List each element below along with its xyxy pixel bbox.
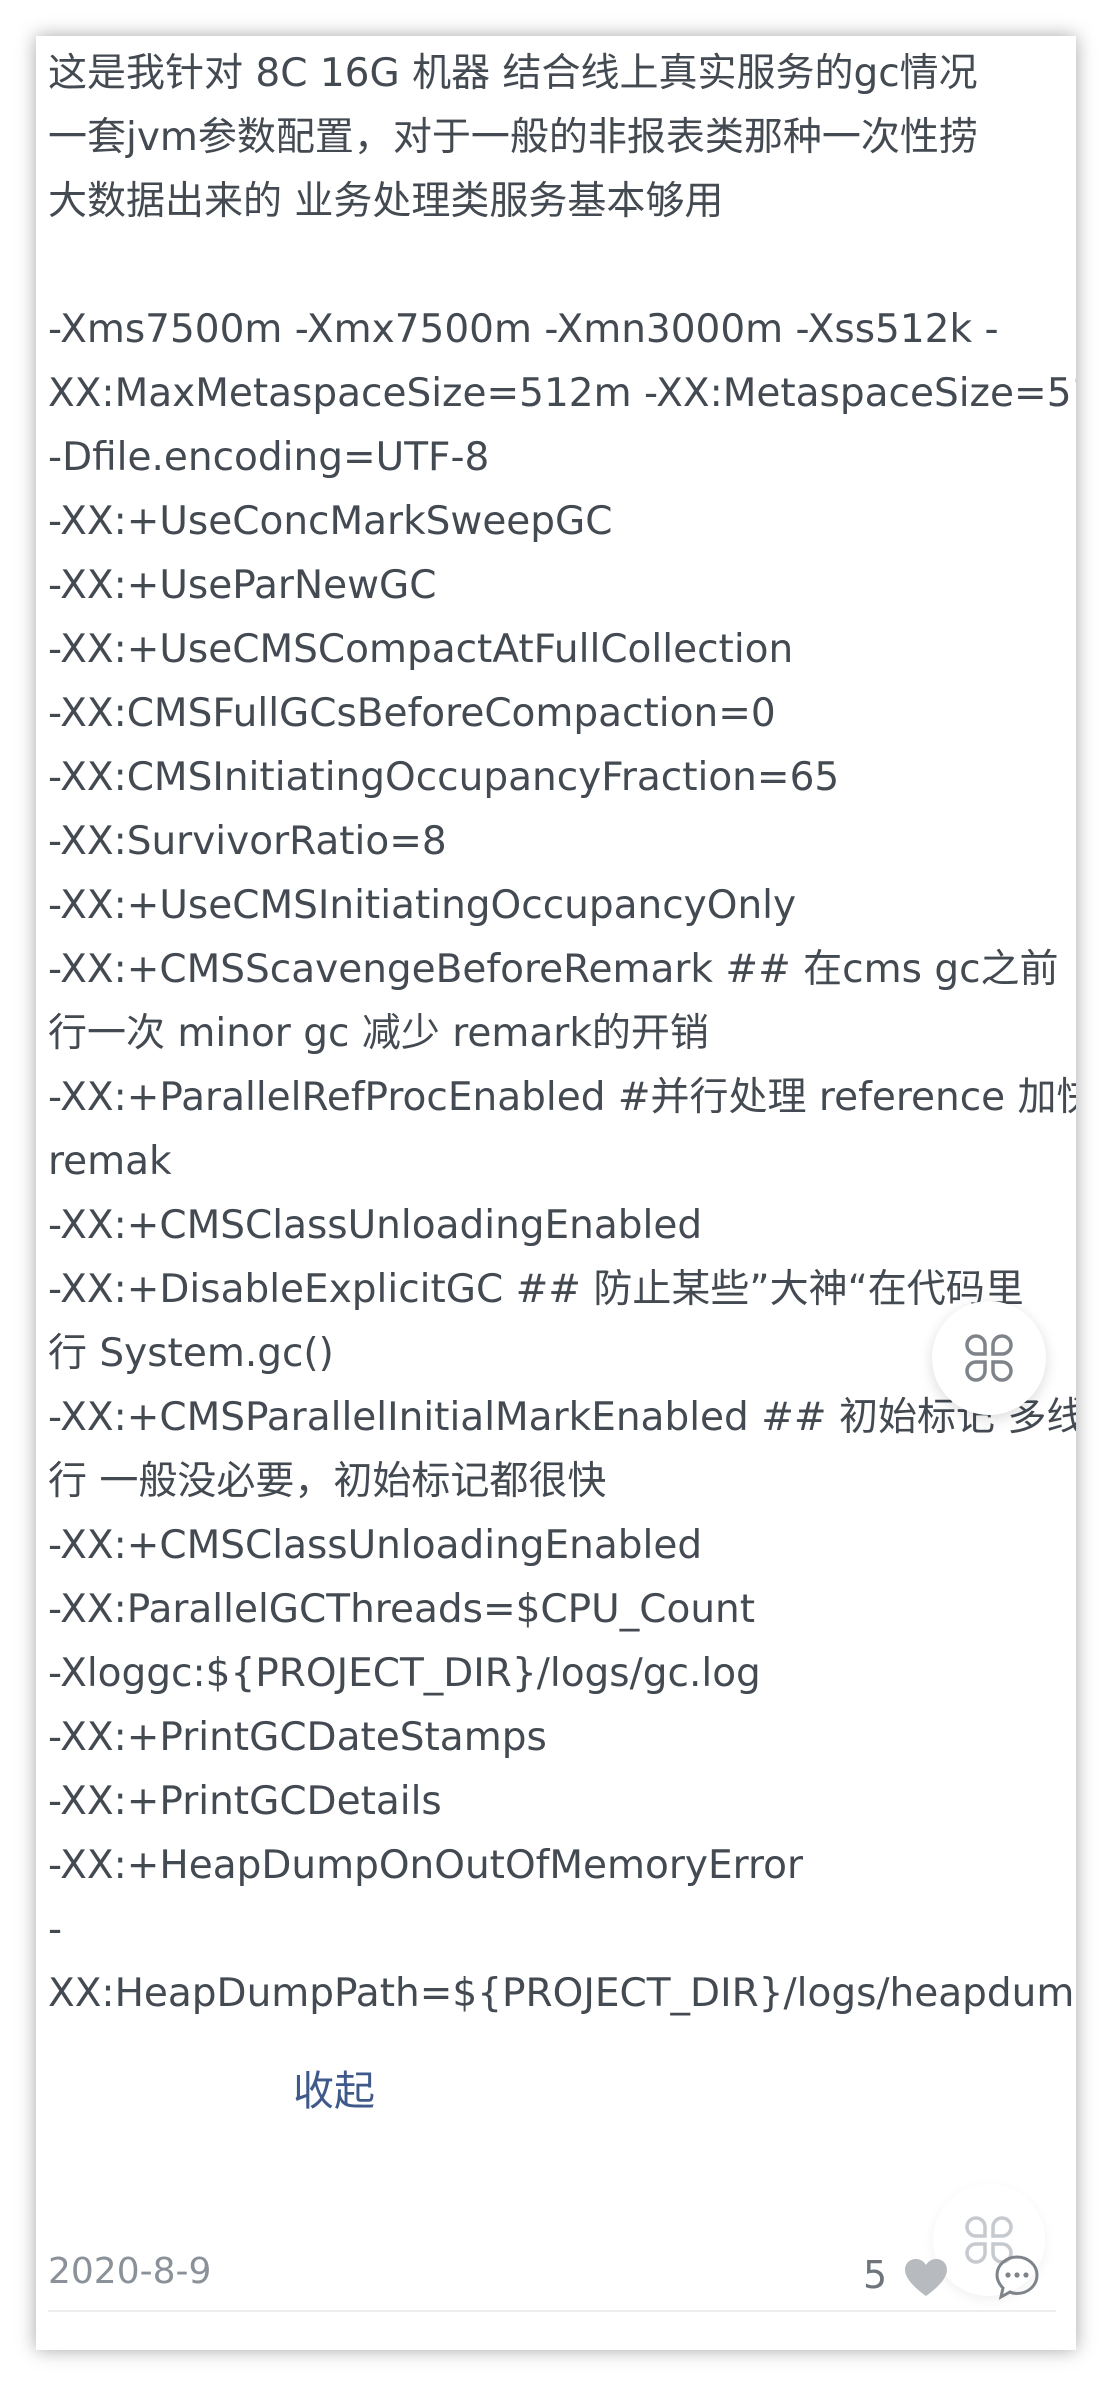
comment-line: -Xms7500m -Xmx7500m -Xmn3000m -Xss512k - xyxy=(48,307,999,352)
comment-line: 行 System.gc() xyxy=(48,1331,334,1376)
comment-line: remak xyxy=(48,1139,172,1184)
comment-body: 这是我针对 8C 16G 机器 结合线上真实服务的gc情况 一套jvm参数配置，对… xyxy=(48,42,1076,2026)
comment-line: 大数据出来的 业务处理类服务基本够用 xyxy=(48,179,724,224)
comment-line: 行 一般没必要，初始标记都很快 xyxy=(48,1459,607,1504)
comment-line: -Xloggc:${PROJECT_DIR}/logs/gc.log xyxy=(48,1651,761,1696)
comment-line: -XX:CMSFullGCsBeforeCompaction=0 xyxy=(48,691,776,736)
comment-line: -XX:+UseCMSCompactAtFullCollection xyxy=(48,627,794,672)
divider xyxy=(48,2310,1056,2312)
comment-line: -Dfile.encoding=UTF-8 xyxy=(48,435,490,480)
comment-line: 行一次 minor gc 减少 remark的开销 xyxy=(48,1011,709,1056)
comment-line: -XX:+CMSScavengeBeforeRemark ## 在cms gc之… xyxy=(48,947,1059,992)
comment-line: -XX:ParallelGCThreads=$CPU_Count xyxy=(48,1587,756,1632)
comment-line: -XX:CMSInitiatingOccupancyFraction=65 xyxy=(48,755,840,800)
comment-line: -XX:+UseCMSInitiatingOccupancyOnly xyxy=(48,883,797,928)
comment-line: -XX:+ParallelRefProcEnabled #并行处理 refere… xyxy=(48,1075,1076,1120)
comment-line: 这是我针对 8C 16G 机器 结合线上真实服务的gc情况 xyxy=(48,51,978,96)
comment-line: -XX:+UseConcMarkSweepGC xyxy=(48,499,613,544)
comment-line: 一套jvm参数配置，对于一般的非报表类那种一次性捞 xyxy=(48,115,978,160)
like-count: 5 xyxy=(863,2253,888,2297)
comment-line: -XX:+PrintGCDetails xyxy=(48,1779,442,1824)
comment-line: - xyxy=(48,1907,63,1952)
comment-line: XX:MaxMetaspaceSize=512m -XX:MetaspaceSi… xyxy=(48,371,1076,416)
comment-line: -XX:+DisableExplicitGC ## 防止某些”大神“在代码里 xyxy=(48,1267,1024,1312)
comment-line: -XX:+CMSClassUnloadingEnabled xyxy=(48,1523,703,1568)
comment-line: -XX:+UseParNewGC xyxy=(48,563,437,608)
floating-menu-icon xyxy=(965,1334,1013,1382)
post-date: 2020-8-9 xyxy=(48,2251,212,2292)
comment-card: 这是我针对 8C 16G 机器 结合线上真实服务的gc情况 一套jvm参数配置，对… xyxy=(36,36,1076,2350)
comment-line: -XX:+CMSParallelInitialMarkEnabled ## 初始… xyxy=(48,1395,1076,1440)
comment-line: -XX:+CMSClassUnloadingEnabled xyxy=(48,1203,703,1248)
comment-line: -XX:+PrintGCDateStamps xyxy=(48,1715,547,1760)
collapse-link[interactable]: 收起 xyxy=(293,2059,375,2123)
comment-line: -XX:+HeapDumpOnOutOfMemoryError xyxy=(48,1843,804,1888)
comment-icon[interactable] xyxy=(994,2254,1040,2300)
floating-menu-button[interactable] xyxy=(932,1301,1046,1415)
heart-icon[interactable] xyxy=(903,2258,949,2298)
comment-line: -XX:SurvivorRatio=8 xyxy=(48,819,447,864)
comment-line: XX:HeapDumpPath=${PROJECT_DIR}/logs/heap… xyxy=(48,1971,1076,2016)
